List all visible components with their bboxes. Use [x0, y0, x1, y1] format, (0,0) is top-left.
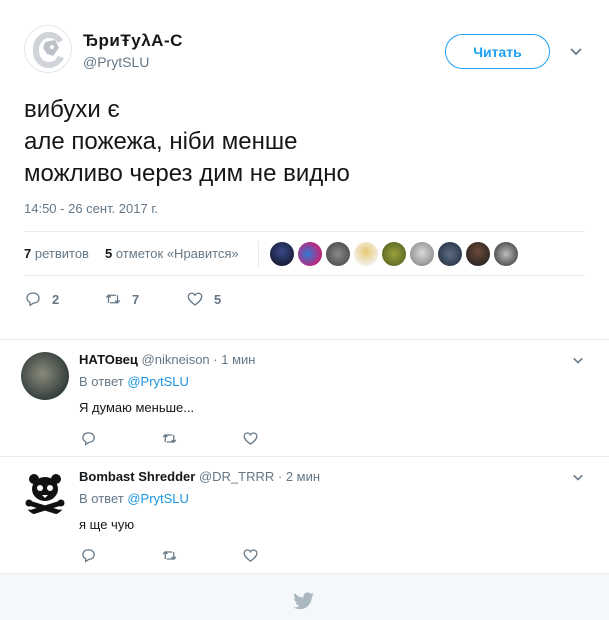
reply-avatar[interactable]: [21, 469, 69, 517]
reply-text: Я думаю меньше...: [79, 400, 195, 415]
reply-tweet[interactable]: Bombast Shredder @DR_TRRR · 2 мин В отве…: [0, 457, 609, 574]
liker-avatar[interactable]: [438, 242, 462, 266]
in-reply-label: В ответ: [79, 374, 124, 389]
likes-stat[interactable]: 5 отметок «Нравится»: [105, 246, 239, 261]
in-reply-label: В ответ: [79, 491, 124, 506]
retweets-count: 7: [24, 246, 32, 261]
tweet-text-line: можливо через дим не видно: [24, 160, 350, 187]
footer: [0, 574, 609, 620]
liker-avatar[interactable]: [354, 242, 378, 266]
reply-tweet[interactable]: НАТОвец @nikneison · 1 мин В ответ @Pryt…: [0, 340, 609, 457]
reply-time[interactable]: · 1 мин: [213, 352, 255, 367]
heart-icon[interactable]: [242, 547, 259, 564]
tweet-text-line: вибухи є: [24, 96, 120, 123]
liker-avatar[interactable]: [410, 242, 434, 266]
reply-time[interactable]: · 2 мин: [278, 469, 320, 484]
stats-bar: 7 ретвитов 5 отметок «Нравится»: [24, 231, 585, 276]
tweet-text: вибухи є але пожежа, ніби менше можливо …: [24, 94, 350, 190]
retweet-button[interactable]: 7: [104, 290, 139, 308]
in-reply-to: В ответ @PrytSLU: [79, 374, 189, 389]
reply-author-name[interactable]: Bombast Shredder: [79, 469, 195, 484]
chevron-down-icon[interactable]: [569, 44, 583, 58]
tweet-timestamp[interactable]: 14:50 - 26 сент. 2017 г.: [24, 201, 158, 216]
author-handle[interactable]: @PrytSLU: [83, 54, 149, 70]
reply-text: я ще чую: [79, 517, 135, 532]
divider: [258, 241, 259, 267]
retweet-icon[interactable]: [161, 430, 178, 447]
like-count: 5: [214, 291, 222, 307]
liker-avatar[interactable]: [298, 242, 322, 266]
retweet-icon[interactable]: [161, 547, 178, 564]
likes-count: 5: [105, 246, 113, 261]
retweet-icon: [105, 294, 121, 304]
reply-header: НАТОвец @nikneison · 1 мин: [79, 352, 255, 367]
liker-avatar[interactable]: [466, 242, 490, 266]
heart-icon[interactable]: [242, 430, 259, 447]
retweets-stat[interactable]: 7 ретвитов: [24, 246, 89, 261]
reply-author-name[interactable]: НАТОвец: [79, 352, 138, 367]
tweet-text-line: але пожежа, ніби менше: [24, 128, 298, 155]
likes-label: отметок «Нравится»: [115, 246, 239, 261]
twitter-bird-icon[interactable]: [293, 592, 315, 610]
heart-icon: [187, 292, 203, 306]
liker-avatar[interactable]: [494, 242, 518, 266]
reply-avatar[interactable]: [21, 352, 69, 400]
retweets-label: ретвитов: [34, 246, 89, 261]
reply-header: Bombast Shredder @DR_TRRR · 2 мин: [79, 469, 320, 484]
lion-logo-icon: [33, 32, 64, 68]
follow-button[interactable]: Читать: [445, 34, 550, 69]
liker-avatar[interactable]: [326, 242, 350, 266]
in-reply-to: В ответ @PrytSLU: [79, 491, 189, 506]
liker-avatar[interactable]: [382, 242, 406, 266]
main-tweet: ЂpиŦуλА-С @PrytSLU Читать вибухи є але п…: [0, 0, 609, 340]
author-name[interactable]: ЂpиŦуλА-С: [83, 31, 183, 51]
in-reply-handle[interactable]: @PrytSLU: [127, 491, 189, 506]
in-reply-handle[interactable]: @PrytSLU: [127, 374, 189, 389]
reply-author-handle[interactable]: @nikneison: [142, 352, 210, 367]
retweet-count: 7: [132, 291, 140, 307]
reply-count: 2: [52, 291, 60, 307]
chevron-down-icon[interactable]: [572, 471, 584, 483]
like-button[interactable]: 5: [186, 290, 221, 308]
reply-button[interactable]: 2: [24, 290, 59, 308]
skull-bear-icon: [25, 474, 65, 517]
reply-icon[interactable]: [80, 547, 97, 564]
reply-icon[interactable]: [80, 430, 97, 447]
chevron-down-icon[interactable]: [572, 354, 584, 366]
reply-author-handle[interactable]: @DR_TRRR: [199, 469, 274, 484]
liker-avatar[interactable]: [270, 242, 294, 266]
reply-icon: [26, 292, 40, 307]
author-avatar[interactable]: [24, 25, 72, 73]
